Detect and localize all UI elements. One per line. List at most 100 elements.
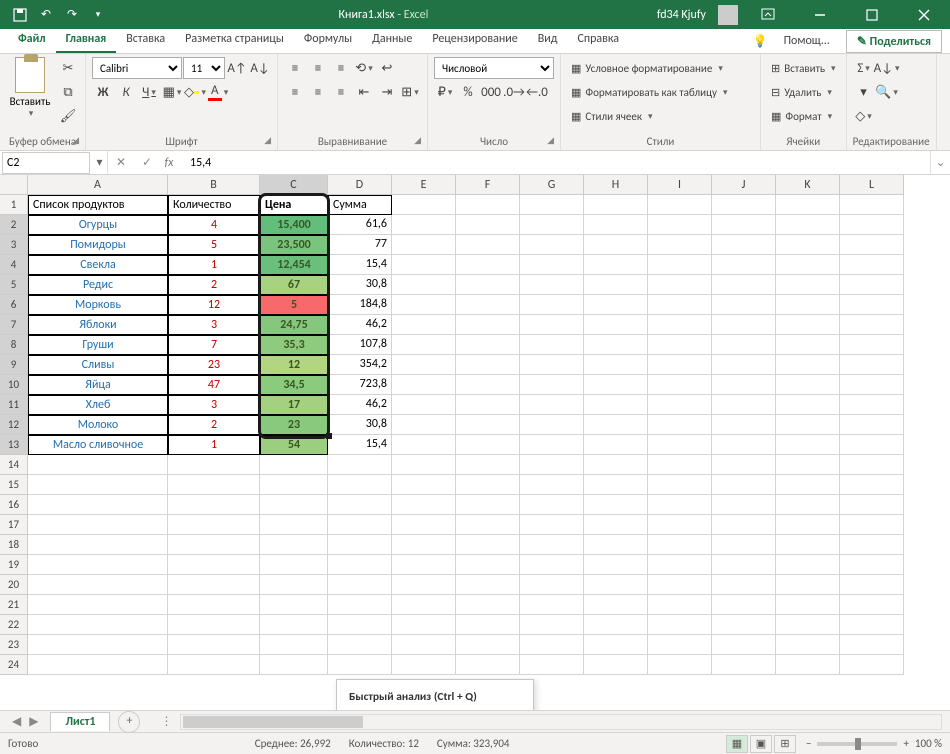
cell[interactable] [776,435,840,455]
cell[interactable] [712,475,776,495]
autosum-icon[interactable]: Σ▾ [853,57,875,79]
cell[interactable]: Груши [28,335,168,355]
cell[interactable] [456,515,520,535]
col-header[interactable]: B [168,175,260,195]
cell[interactable] [648,475,712,495]
cell[interactable] [392,215,456,235]
cell[interactable] [840,395,904,415]
cell[interactable] [712,495,776,515]
fill-icon[interactable]: ▾ [853,81,875,103]
cell[interactable] [328,555,392,575]
col-header[interactable]: D [328,175,392,195]
cell[interactable] [584,335,648,355]
view-normal-icon[interactable]: ▦ [726,735,748,753]
cell[interactable] [168,555,260,575]
cell[interactable] [584,355,648,375]
row-header[interactable]: 1 [0,195,28,215]
align-bottom-icon[interactable]: ≡ [330,57,352,79]
cell[interactable] [584,535,648,555]
row-header[interactable]: 7 [0,315,28,335]
tab-вид[interactable]: Вид [528,28,568,53]
cell[interactable]: 61,6 [328,215,392,235]
cell[interactable] [260,555,328,575]
cell[interactable] [648,295,712,315]
format-painter-icon[interactable]: 🖌 [57,105,79,127]
cell[interactable]: 12 [260,355,328,375]
cell[interactable] [840,495,904,515]
cut-icon[interactable]: ✂ [57,57,79,79]
row-header[interactable]: 14 [0,455,28,475]
row-header[interactable]: 21 [0,595,28,615]
cell[interactable] [712,535,776,555]
row-header[interactable]: 13 [0,435,28,455]
cell[interactable] [260,475,328,495]
cell[interactable] [392,535,456,555]
currency-icon[interactable]: ₽▾ [434,81,456,103]
cell[interactable] [648,555,712,575]
cell[interactable] [776,635,840,655]
cell[interactable] [28,595,168,615]
cell[interactable] [520,195,584,215]
cell[interactable] [584,635,648,655]
decrease-decimal-icon[interactable]: ←.0 [526,81,548,103]
cell[interactable] [168,455,260,475]
cell[interactable] [648,395,712,415]
cell[interactable] [456,255,520,275]
cell[interactable] [392,575,456,595]
cell[interactable] [456,455,520,475]
cell[interactable] [260,455,328,475]
col-header[interactable]: E [392,175,456,195]
cell[interactable] [712,355,776,375]
cell[interactable] [776,455,840,475]
col-header[interactable]: H [584,175,648,195]
sheet-tab[interactable]: Лист1 [50,712,110,731]
row-header[interactable]: 23 [0,635,28,655]
cell[interactable]: 34,5 [260,375,328,395]
cell[interactable] [260,655,328,675]
cell[interactable] [520,335,584,355]
cell[interactable]: 54 [260,435,328,455]
cell[interactable] [840,615,904,635]
cell[interactable] [328,535,392,555]
cell[interactable] [840,515,904,535]
format-cells-button[interactable]: ▦ Формат▾ [767,105,840,127]
cell[interactable] [392,595,456,615]
cell[interactable] [28,475,168,495]
cell[interactable]: Сливы [28,355,168,375]
cell[interactable] [584,235,648,255]
cell[interactable]: Количество [168,195,260,215]
cell[interactable] [584,415,648,435]
row-header[interactable]: 12 [0,415,28,435]
row-header[interactable]: 16 [0,495,28,515]
cell[interactable]: Масло сливочное [28,435,168,455]
cell[interactable] [648,515,712,535]
cell[interactable] [392,615,456,635]
cell[interactable] [648,235,712,255]
cell[interactable] [584,655,648,675]
cell[interactable] [392,375,456,395]
cell[interactable] [28,515,168,535]
zoom-in-icon[interactable]: + [903,737,908,750]
tab-разметка страницы[interactable]: Разметка страницы [175,28,294,53]
cell[interactable] [840,215,904,235]
cell[interactable] [584,295,648,315]
cell[interactable] [456,615,520,635]
cell[interactable]: 1 [168,435,260,455]
cell[interactable]: 15,400 [260,215,328,235]
tab-справка[interactable]: Справка [567,28,629,53]
cell[interactable]: Хлеб [28,395,168,415]
row-header[interactable]: 3 [0,235,28,255]
font-name-select[interactable]: Calibri [92,57,182,79]
cell[interactable] [776,295,840,315]
cell[interactable] [584,375,648,395]
cell[interactable] [328,455,392,475]
align-top-icon[interactable]: ≡ [284,57,306,79]
cell[interactable] [840,575,904,595]
cell[interactable]: 5 [168,235,260,255]
cell[interactable] [520,475,584,495]
cell[interactable] [584,195,648,215]
cell[interactable] [840,595,904,615]
cell[interactable] [520,515,584,535]
cell[interactable] [456,535,520,555]
cell[interactable]: Сумма [328,195,392,215]
